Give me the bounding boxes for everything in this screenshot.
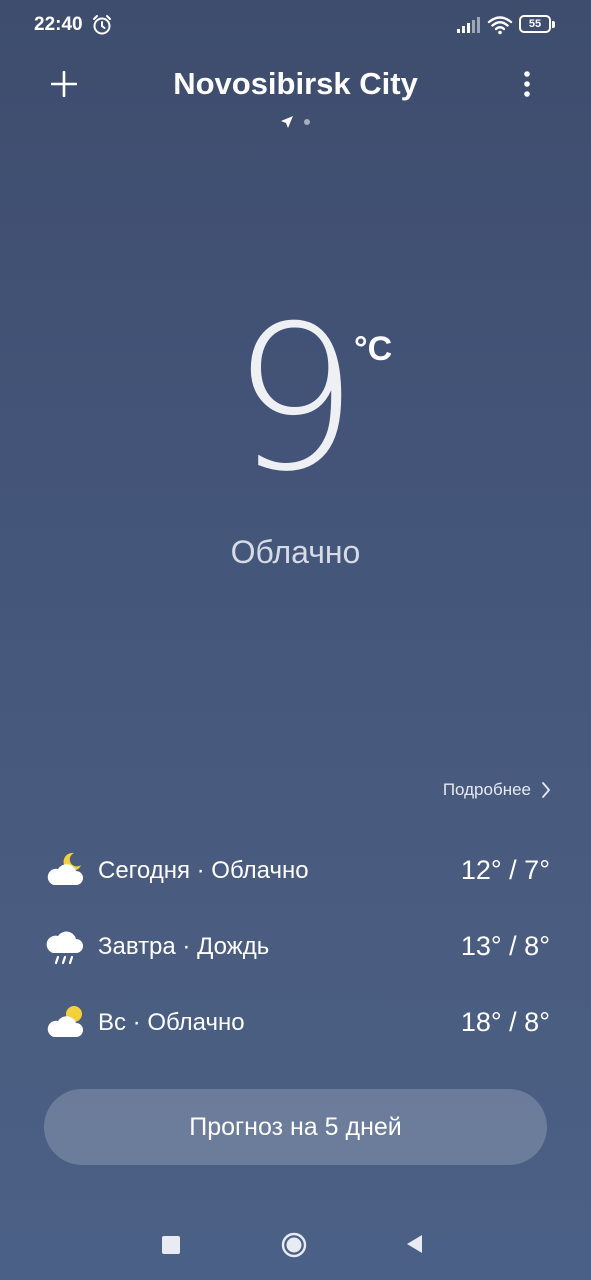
back-triangle-icon[interactable]	[404, 1233, 424, 1255]
page-indicator	[278, 113, 318, 131]
current-condition: Облачно	[230, 534, 361, 570]
battery-nub	[552, 21, 555, 28]
location-arrow-icon	[281, 116, 293, 128]
wifi-icon	[487, 14, 513, 36]
more-options-button[interactable]	[510, 64, 544, 104]
page-dot	[304, 119, 310, 125]
alarm-icon	[92, 14, 112, 36]
forecast-label: Сегодня · Облачно	[98, 857, 309, 884]
home-circle-icon[interactable]	[281, 1232, 307, 1258]
temperature-unit: °C	[354, 330, 393, 368]
plus-icon	[51, 71, 77, 97]
status-bar: 22:40 55	[0, 0, 591, 52]
chevron-right-icon	[542, 782, 550, 798]
add-city-button[interactable]	[44, 64, 84, 104]
navigation-bar	[0, 1200, 591, 1280]
city-title: Novosibirsk City	[173, 66, 418, 101]
forecast-row-today[interactable]: Сегодня · Облачно 12° / 7°	[44, 847, 550, 895]
forecast-label: Завтра · Дождь	[98, 933, 270, 960]
forecast-label: Вс · Облачно	[98, 1009, 245, 1036]
battery-level: 55	[528, 17, 542, 30]
recents-square-icon[interactable]	[162, 1236, 180, 1254]
partly-cloudy-icon	[44, 847, 86, 891]
five-day-forecast-button[interactable]: Прогноз на 5 дней	[44, 1089, 547, 1165]
forecast-range: 13° / 8°	[460, 931, 550, 961]
partly-cloudy-icon	[44, 999, 86, 1043]
forecast-range: 12° / 7°	[460, 855, 550, 885]
details-link-label: Подробнее	[442, 780, 531, 799]
status-time: 22:40	[34, 14, 83, 35]
forecast-range: 18° / 8°	[460, 1007, 550, 1037]
signal-icon	[456, 16, 480, 34]
rain-icon	[44, 923, 86, 967]
forecast-row-sunday[interactable]: Вс · Облачно 18° / 8°	[44, 999, 550, 1047]
forecast-row-tomorrow[interactable]: Завтра · Дождь 13° / 8°	[44, 923, 550, 971]
details-link[interactable]: Подробнее	[443, 780, 551, 800]
battery-icon: 55	[519, 15, 551, 33]
more-vertical-icon	[524, 71, 530, 97]
